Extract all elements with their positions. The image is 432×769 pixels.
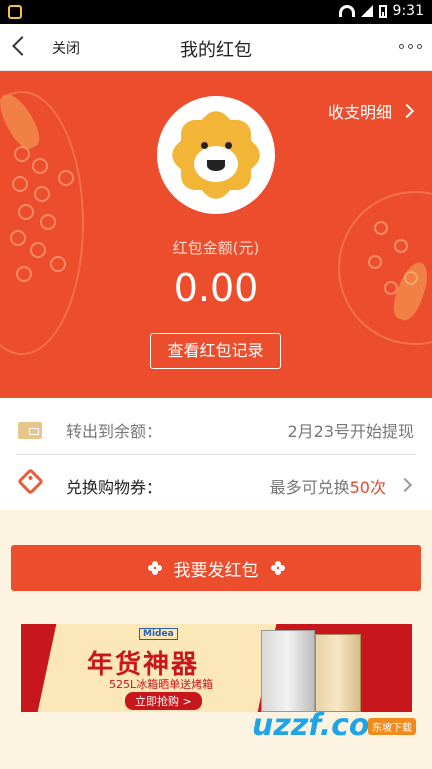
transaction-details-label: 收支明细 <box>327 103 392 122</box>
status-bar: 9:31 <box>0 0 432 24</box>
amount-value: 0.00 <box>173 266 259 310</box>
tag-icon <box>17 468 44 495</box>
battery-icon <box>378 4 387 18</box>
status-time: 9:31 <box>392 3 424 19</box>
wifi-icon <box>338 5 355 17</box>
exchange-coupon-row[interactable]: 兑换购物券： 最多可兑换50次 <box>0 456 432 512</box>
exchange-value-prefix: 最多可兑换 <box>269 478 350 497</box>
avatar <box>157 96 275 214</box>
status-icons: 9:31 <box>338 3 424 19</box>
red-packet-hero: 收支明细 红包金额(元) 0.00 查看红包记录 <box>0 71 432 398</box>
banner-subline: 525L冰箱晒单送烤箱 <box>109 678 214 691</box>
chevron-right-icon <box>399 103 415 119</box>
view-records-button[interactable]: 查看红包记录 <box>150 333 281 369</box>
watermark-tag: 东坡下载 <box>368 718 416 735</box>
divider <box>16 454 416 455</box>
exchange-label: 兑换购物券： <box>66 478 163 497</box>
fridge-image <box>315 634 361 712</box>
transaction-details-link[interactable]: 收支明细 <box>327 99 415 123</box>
brand-logo: Midea <box>139 628 178 640</box>
signal-icon <box>360 5 373 17</box>
send-red-packet-button[interactable]: 我要发红包 <box>11 545 421 591</box>
transfer-label: 转出到余额： <box>66 422 163 441</box>
koi-fish-icon <box>388 258 432 324</box>
transfer-value: 2月23号开始提现 <box>287 422 414 441</box>
page-title: 我的红包 <box>180 40 252 61</box>
transfer-to-balance-row[interactable]: 转出到余额： 2月23号开始提现 <box>0 400 432 456</box>
wallet-icon <box>18 422 42 439</box>
notification-icon <box>8 5 22 19</box>
chevron-right-icon <box>397 477 413 493</box>
exchange-value: 最多可兑换50次 <box>270 474 386 498</box>
banner-cta-button[interactable]: 立即抢购 > <box>125 692 202 710</box>
send-red-packet-label: 我要发红包 <box>173 560 259 581</box>
koi-fish-icon <box>0 88 46 154</box>
more-icon[interactable] <box>399 44 422 49</box>
clover-icon <box>270 561 285 575</box>
fridge-image <box>261 630 315 712</box>
coin-pattern <box>364 221 424 301</box>
exchange-count: 50次 <box>349 478 386 497</box>
promo-banner[interactable]: Midea 年货神器 525L冰箱晒单送烤箱 立即抢购 > <box>21 624 412 712</box>
clover-icon <box>147 561 162 575</box>
amount-label: 红包金额(元) <box>172 239 260 257</box>
nav-bar: 关闭 我的红包 <box>0 24 432 71</box>
action-list: 转出到余额： 2月23号开始提现 兑换购物券： 最多可兑换50次 <box>0 398 432 510</box>
